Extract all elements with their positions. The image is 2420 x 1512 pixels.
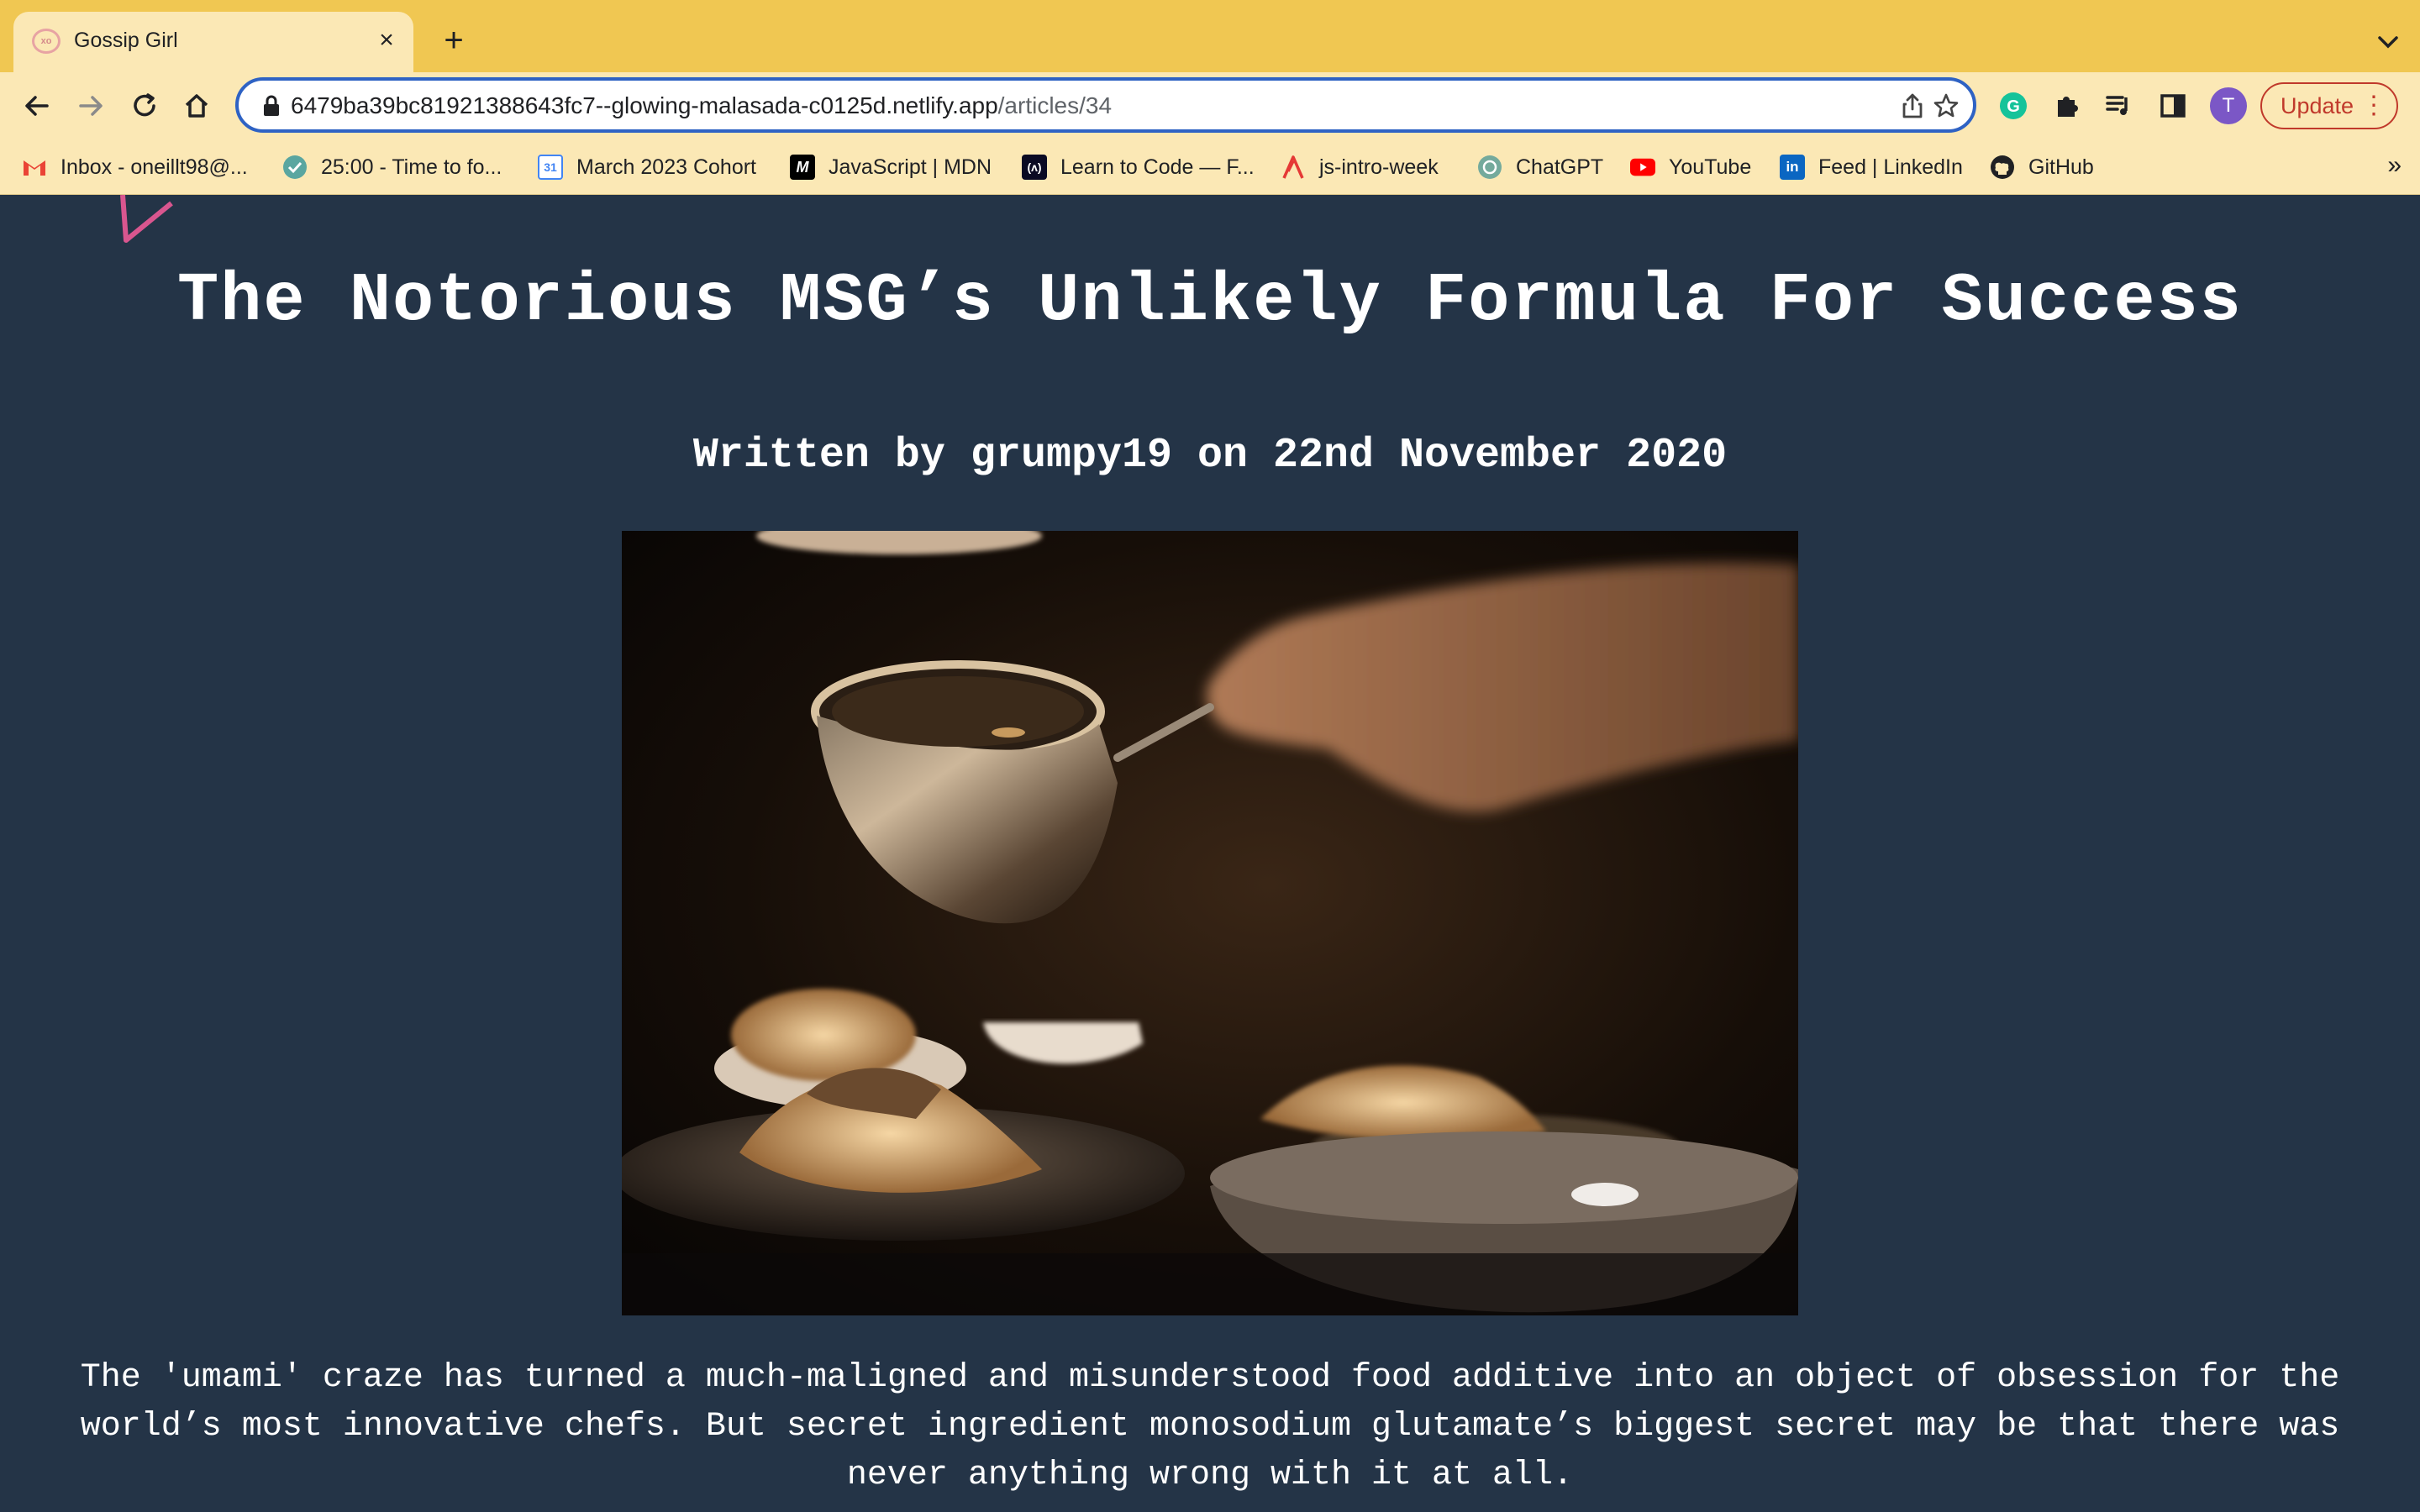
reading-list-icon[interactable]	[2099, 86, 2139, 126]
youtube-icon	[1630, 155, 1655, 180]
reload-button[interactable]	[123, 84, 166, 128]
bookmark-label: Inbox - oneillt98@...	[60, 155, 248, 179]
bookmark-label: JavaScript | MDN	[829, 155, 992, 179]
bookmark-star-icon[interactable]	[1931, 91, 1961, 121]
profile-avatar[interactable]: T	[2210, 87, 2247, 124]
more-menu-icon[interactable]: ⋮	[2361, 84, 2386, 128]
bookmark-label: March 2023 Cohort	[576, 155, 757, 179]
github-icon	[1990, 155, 2015, 180]
linkedin-icon: in	[1780, 155, 1805, 180]
bookmark-item[interactable]: Inbox - oneillt98@...	[22, 153, 248, 181]
calendar-icon: 31	[538, 155, 563, 180]
bookmark-item[interactable]: GitHub	[1990, 153, 2094, 181]
a-logo-icon	[1281, 155, 1306, 180]
url-text[interactable]: 6479ba39bc81921388643fc7--glowing-malasa…	[291, 92, 1112, 119]
gmail-icon	[22, 155, 47, 180]
grammarly-extension-icon[interactable]: G	[1993, 86, 2033, 126]
bookmark-label: js-intro-week	[1319, 155, 1439, 179]
address-bar[interactable]: 6479ba39bc81921388643fc7--glowing-malasa…	[235, 77, 1976, 133]
url-host: 6479ba39bc81921388643fc7--glowing-malasa…	[291, 92, 998, 118]
decorative-chevron-icon	[120, 195, 173, 243]
article-title: The Notorious MSG’s Unlikely Formula For…	[177, 262, 2243, 340]
update-button[interactable]: Update ⋮	[2260, 82, 2398, 129]
bookmark-label: YouTube	[1669, 155, 1752, 179]
bookmark-item[interactable]: 25:00 - Time to fo...	[282, 153, 502, 181]
update-label: Update	[2281, 93, 2354, 118]
bookmark-item[interactable]: (ʌ) Learn to Code — F...	[1022, 153, 1255, 181]
mdn-icon: M	[790, 155, 815, 180]
back-button[interactable]	[15, 84, 59, 128]
tab-strip: xo Gossip Girl × +	[0, 0, 2420, 72]
chatgpt-icon	[1477, 155, 1502, 180]
bookmarks-overflow-button[interactable]: »	[2387, 151, 2402, 180]
check-circle-icon	[282, 155, 308, 180]
close-tab-icon[interactable]: ×	[371, 25, 402, 55]
article-body: The 'umami' craze has turned a much-mali…	[80, 1359, 2340, 1494]
extensions-puzzle-icon[interactable]	[2047, 86, 2087, 126]
svg-text:G: G	[2007, 97, 2020, 116]
bookmark-label: Learn to Code — F...	[1060, 155, 1255, 179]
bookmark-item[interactable]: ChatGPT	[1477, 153, 1603, 181]
active-tab[interactable]: xo Gossip Girl ×	[13, 12, 413, 72]
bookmark-label: ChatGPT	[1516, 155, 1604, 179]
bookmarks-bar: Inbox - oneillt98@... 25:00 - Time to fo…	[0, 139, 2420, 195]
article-image	[622, 531, 1798, 1315]
bookmark-item[interactable]: 31 March 2023 Cohort	[538, 153, 756, 181]
bookmark-item[interactable]: in Feed | LinkedIn	[1780, 153, 1963, 181]
home-button[interactable]	[175, 84, 218, 128]
bookmark-item[interactable]: js-intro-week	[1281, 153, 1439, 181]
xoxo-icon: xo	[32, 29, 60, 54]
lock-icon[interactable]	[260, 94, 282, 118]
bookmark-label: 25:00 - Time to fo...	[321, 155, 502, 179]
tab-title: Gossip Girl	[74, 29, 178, 52]
bookmark-item[interactable]: YouTube	[1630, 153, 1751, 181]
url-path: /articles/34	[997, 92, 1113, 118]
bookmark-label: GitHub	[2028, 155, 2094, 179]
freecodecamp-icon: (ʌ)	[1022, 155, 1047, 180]
bookmark-label: Feed | LinkedIn	[1818, 155, 1963, 179]
article-byline: Written by grumpy19 on 22nd November 202…	[692, 432, 1728, 480]
tab-search-chevron-icon[interactable]	[2371, 25, 2405, 59]
bookmark-item[interactable]: M JavaScript | MDN	[790, 153, 992, 181]
browser-toolbar: 6479ba39bc81921388643fc7--glowing-malasa…	[0, 72, 2420, 139]
article-page: The Notorious MSG’s Unlikely Formula For…	[0, 195, 2420, 1512]
forward-button[interactable]	[69, 84, 113, 128]
side-panel-icon[interactable]	[2153, 86, 2193, 126]
share-icon[interactable]	[1897, 91, 1928, 121]
new-tab-button[interactable]: +	[437, 24, 471, 57]
